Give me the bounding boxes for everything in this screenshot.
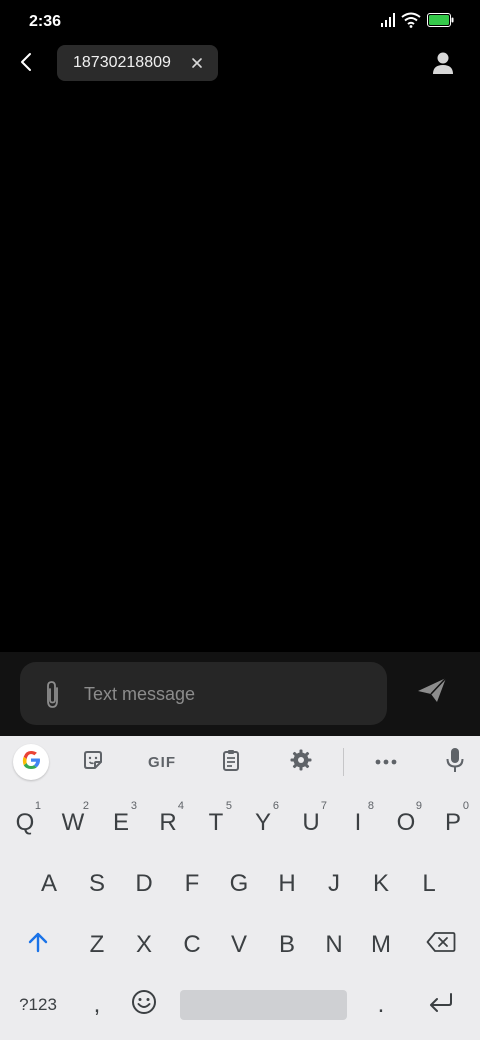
key-n[interactable]: N <box>312 918 356 972</box>
compose-area <box>0 652 480 736</box>
key-r[interactable]: R 4 <box>146 796 190 850</box>
key-e[interactable]: E 3 <box>99 796 143 850</box>
key-o[interactable]: O 9 <box>384 796 428 850</box>
gear-icon <box>289 748 313 777</box>
key-d[interactable]: D <box>122 857 166 911</box>
wifi-icon <box>401 12 421 33</box>
key-l[interactable]: L <box>407 857 451 911</box>
message-input[interactable] <box>84 680 364 708</box>
key-hint: 7 <box>320 800 327 812</box>
key-k[interactable]: K <box>359 857 403 911</box>
compose-box <box>20 662 387 725</box>
send-icon <box>416 677 448 710</box>
contact-button[interactable] <box>430 50 456 76</box>
key-y[interactable]: Y 6 <box>241 796 285 850</box>
back-arrow-icon <box>19 52 33 77</box>
key-label: R <box>159 809 177 836</box>
enter-key[interactable] <box>419 978 463 1032</box>
toolbar-divider <box>343 748 344 776</box>
clipboard-button[interactable] <box>213 744 249 780</box>
key-label: T <box>208 809 224 836</box>
key-m[interactable]: M <box>359 918 403 972</box>
google-icon <box>19 748 43 777</box>
battery-icon <box>427 12 454 32</box>
back-button[interactable] <box>12 48 40 80</box>
key-h[interactable]: H <box>265 857 309 911</box>
key-label: P <box>444 809 461 836</box>
key-hint: 5 <box>225 800 232 812</box>
more-icon <box>374 753 398 771</box>
sticker-icon <box>81 748 105 777</box>
key-g[interactable]: G <box>217 857 261 911</box>
key-j[interactable]: J <box>312 857 356 911</box>
key-z[interactable]: Z <box>75 918 119 972</box>
shift-key[interactable] <box>16 918 60 972</box>
recipient-chip[interactable]: 18730218809 <box>57 45 218 81</box>
status-time: 2:36 <box>29 13 62 30</box>
mic-icon <box>445 747 465 778</box>
emoji-icon <box>131 989 157 1022</box>
key-q[interactable]: Q 1 <box>3 796 47 850</box>
key-f[interactable]: F <box>170 857 214 911</box>
key-s[interactable]: S <box>75 857 119 911</box>
key-b[interactable]: B <box>265 918 309 972</box>
close-icon[interactable] <box>190 56 204 70</box>
conversation-header: 18730218809 <box>0 44 480 84</box>
more-button[interactable] <box>368 744 404 780</box>
backspace-icon <box>426 931 456 960</box>
status-icons <box>381 12 454 33</box>
key-label: O <box>396 809 416 836</box>
key-x[interactable]: X <box>122 918 166 972</box>
key-w[interactable]: W 2 <box>51 796 95 850</box>
signal-icon <box>381 12 395 32</box>
key-label: I <box>354 809 362 836</box>
key-label: U <box>302 809 320 836</box>
key-hint: 6 <box>272 800 279 812</box>
settings-button[interactable] <box>283 744 319 780</box>
key-hint: 1 <box>34 800 41 812</box>
person-icon <box>430 52 456 80</box>
enter-icon <box>428 991 454 1019</box>
sticker-button[interactable] <box>75 744 111 780</box>
paperclip-icon[interactable] <box>42 680 64 710</box>
key-c[interactable]: C <box>170 918 214 972</box>
shift-icon <box>27 931 49 960</box>
key-hint: 9 <box>415 800 422 812</box>
key-hint: 4 <box>177 800 184 812</box>
key-i[interactable]: I 8 <box>336 796 380 850</box>
message-list <box>0 84 480 652</box>
key-v[interactable]: V <box>217 918 261 972</box>
emoji-key[interactable] <box>122 978 166 1032</box>
space-key[interactable] <box>180 990 347 1020</box>
key-hint: 0 <box>462 800 469 812</box>
backspace-key[interactable] <box>419 918 463 972</box>
key-label: Q <box>15 809 35 836</box>
send-button[interactable] <box>416 674 448 706</box>
recipient-number: 18730218809 <box>73 54 171 71</box>
key-hint: 8 <box>367 800 374 812</box>
key-label: Y <box>254 809 271 836</box>
voice-input-button[interactable] <box>437 744 473 780</box>
period-key[interactable]: . <box>359 978 403 1032</box>
google-button[interactable] <box>13 744 49 780</box>
key-a[interactable]: A <box>27 857 71 911</box>
key-hint: 3 <box>130 800 137 812</box>
key-label: W <box>61 809 85 836</box>
keyboard: G I F Q 1 W 2 E 3 R 4 T 5 Y 6 U 7 I 8 O 9 … <box>0 736 480 1040</box>
key-p[interactable]: P 0 <box>431 796 475 850</box>
status-bar: 2:36 <box>0 0 480 44</box>
key-hint: 2 <box>82 800 89 812</box>
keyboard-toolbar: GIF <box>0 736 480 788</box>
key-u[interactable]: U 7 <box>289 796 333 850</box>
comma-key[interactable]: , <box>75 978 119 1032</box>
gif-label: GIF <box>148 753 176 771</box>
key-t[interactable]: T 5 <box>194 796 238 850</box>
gif-button[interactable]: GIF <box>143 744 181 780</box>
key-label: E <box>112 809 129 836</box>
symbols-key[interactable]: ?123 <box>11 978 65 1032</box>
clipboard-icon <box>219 748 243 777</box>
